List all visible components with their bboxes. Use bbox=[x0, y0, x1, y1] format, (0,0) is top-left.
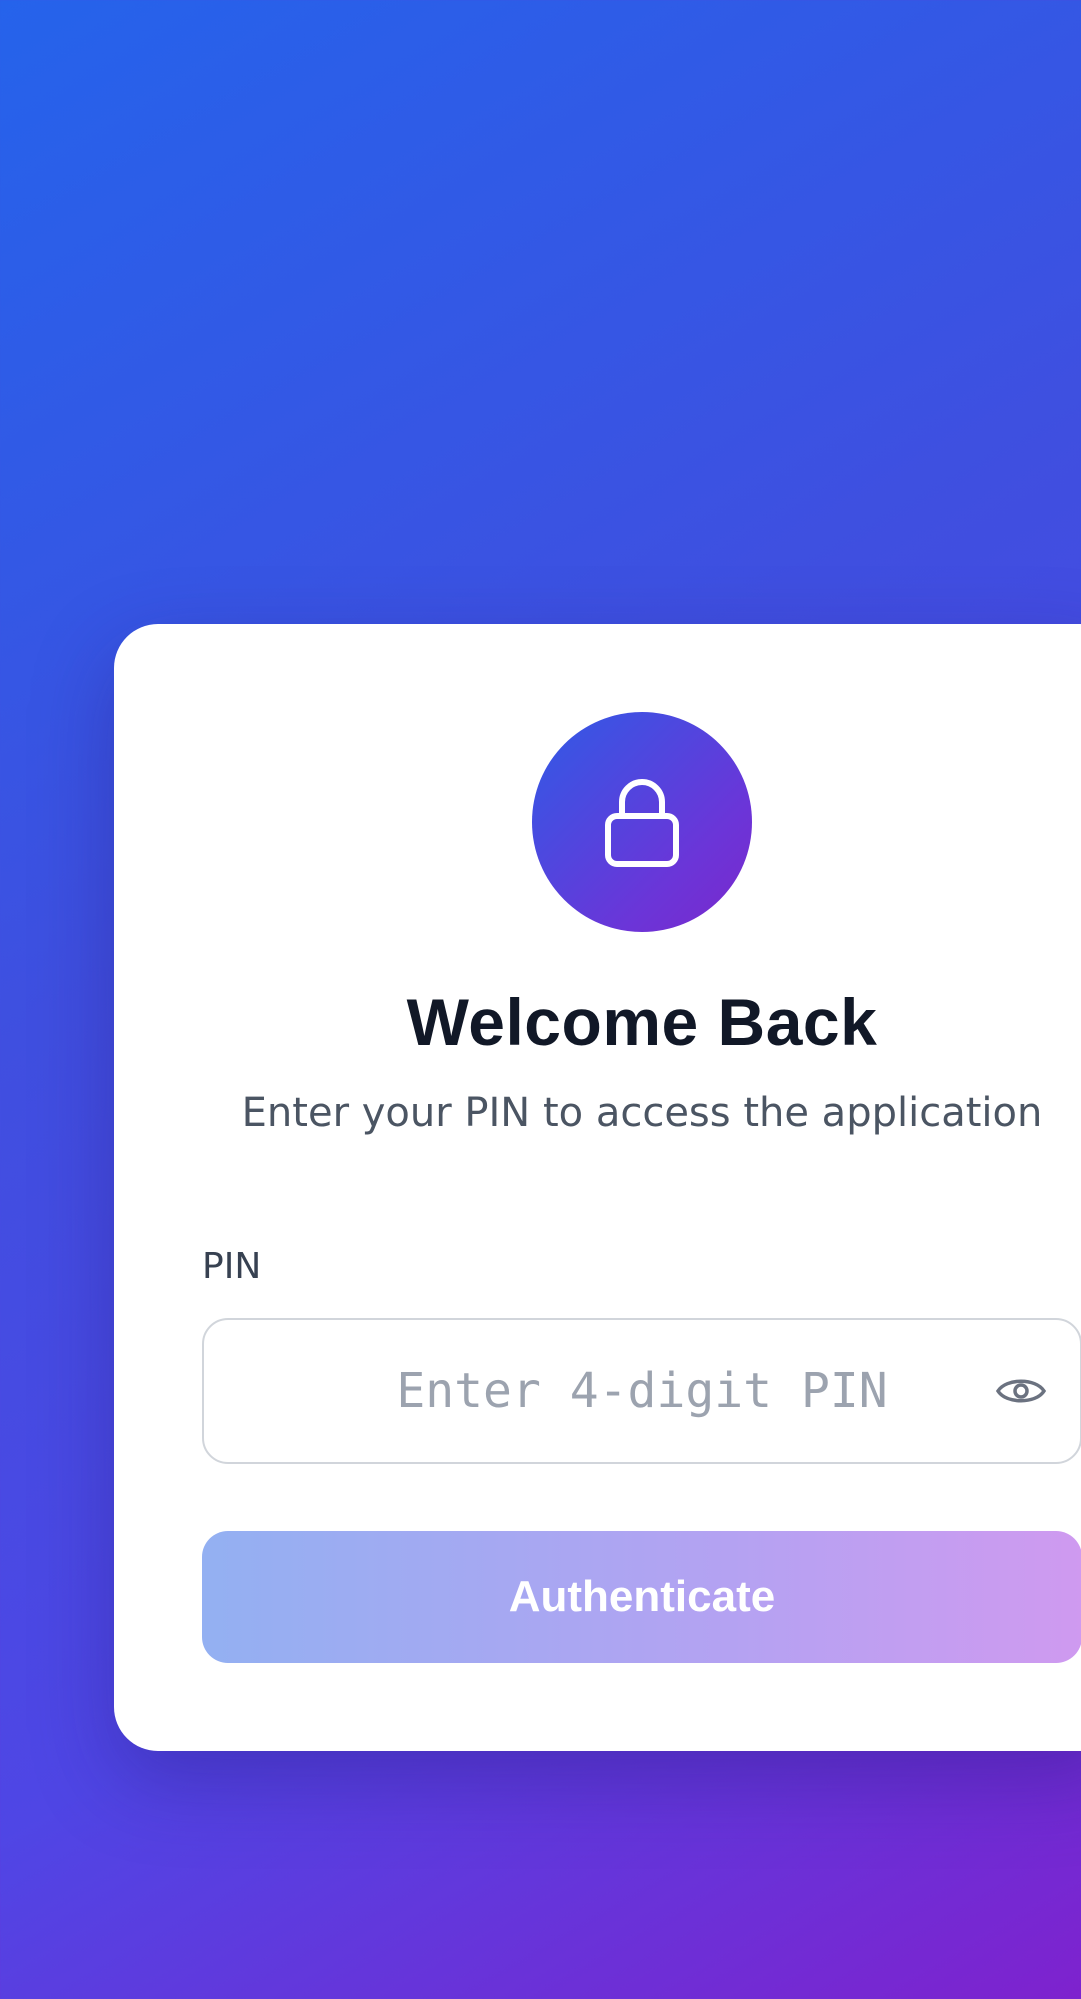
pin-field bbox=[202, 1318, 1081, 1464]
eye-icon[interactable] bbox=[996, 1369, 1046, 1413]
page-title: Welcome Back bbox=[406, 985, 878, 1059]
pin-label: PIN bbox=[202, 1246, 262, 1287]
login-card: Welcome Back Enter your PIN to access th… bbox=[114, 624, 1081, 1751]
lock-icon bbox=[605, 779, 679, 867]
pin-input[interactable] bbox=[204, 1320, 1080, 1462]
authenticate-button[interactable]: Authenticate bbox=[202, 1531, 1081, 1663]
page-subtitle: Enter your PIN to access the application bbox=[241, 1090, 1043, 1136]
lock-badge bbox=[532, 712, 752, 932]
